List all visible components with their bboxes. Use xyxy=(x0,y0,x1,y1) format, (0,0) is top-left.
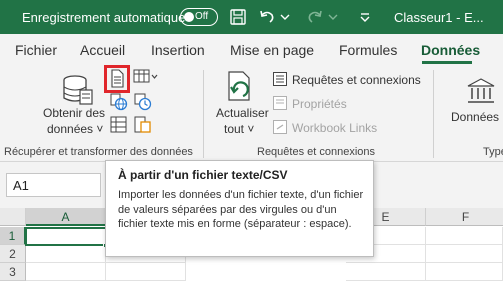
tab-fichier[interactable]: Fichier xyxy=(15,42,57,58)
tab-formules[interactable]: Formules xyxy=(339,42,397,58)
tooltip: À partir d'un fichier texte/CSV Importer… xyxy=(105,160,374,257)
tooltip-title: À partir d'un fichier texte/CSV xyxy=(118,168,288,182)
title-bar: Enregistrement automatique Off Classeur1… xyxy=(0,0,503,34)
column-header[interactable]: A xyxy=(26,208,106,226)
toggle-knob xyxy=(184,11,194,22)
tab-donnees[interactable]: Données xyxy=(421,42,480,58)
column-header[interactable]: F xyxy=(426,208,503,226)
redo-icon[interactable] xyxy=(306,8,324,26)
tab-insertion[interactable]: Insertion xyxy=(151,42,205,58)
cell[interactable] xyxy=(346,263,426,281)
ribbon-tabs: Fichier Accueil Insertion Mise en page F… xyxy=(0,34,503,64)
undo-dropdown-icon[interactable] xyxy=(276,8,294,26)
queries-connections-button[interactable]: Requêtes et connexions xyxy=(292,73,421,87)
group-separator-2 xyxy=(433,70,434,158)
group-separator xyxy=(203,70,204,158)
group-label-type: Type xyxy=(483,146,503,158)
group-label-get-transform: Récupérer et transformer des données xyxy=(4,146,193,158)
cell[interactable] xyxy=(26,245,106,263)
refresh-all-label-1[interactable]: Actualiser xyxy=(216,106,269,120)
customize-toolbar-icon[interactable] xyxy=(356,8,374,26)
cell[interactable] xyxy=(426,263,503,281)
from-table-icon[interactable] xyxy=(110,116,128,134)
refresh-all-label-2[interactable]: tout ˅ xyxy=(224,122,254,136)
get-data-label-2[interactable]: données ˅ xyxy=(47,122,103,136)
existing-connections-icon[interactable] xyxy=(134,116,152,134)
autosave-toggle[interactable]: Off xyxy=(180,8,218,26)
data-types-button[interactable]: Données b xyxy=(451,110,503,124)
name-box[interactable]: A1 xyxy=(6,173,101,197)
properties-icon xyxy=(273,96,287,110)
properties-button: Propriétés xyxy=(292,97,347,111)
row-header[interactable]: 1 xyxy=(0,227,26,245)
from-web-icon[interactable] xyxy=(110,93,128,111)
get-data-icon[interactable] xyxy=(60,72,94,108)
from-text-csv-icon[interactable] xyxy=(104,65,130,93)
group-label-queries: Requêtes et connexions xyxy=(257,146,376,158)
workbook-links-icon xyxy=(273,120,287,134)
row-header[interactable]: 2 xyxy=(0,245,26,263)
refresh-all-icon[interactable] xyxy=(223,70,257,106)
select-all-corner[interactable] xyxy=(0,208,26,226)
recent-sources-icon[interactable] xyxy=(134,93,152,111)
undo-icon[interactable] xyxy=(258,8,276,26)
cell[interactable] xyxy=(426,227,503,245)
get-data-label-1[interactable]: Obtenir des xyxy=(43,106,105,120)
tooltip-body: Importer les données d'un fichier texte,… xyxy=(118,189,364,230)
from-table-range-icon[interactable] xyxy=(133,68,159,86)
save-icon[interactable] xyxy=(229,8,247,26)
autosave-label: Enregistrement automatique xyxy=(22,10,186,25)
queries-connections-icon[interactable] xyxy=(272,71,288,87)
tab-mise-en-page[interactable]: Mise en page xyxy=(230,42,314,58)
row-header[interactable]: 3 xyxy=(0,263,26,281)
workbook-links-button: Workbook Links xyxy=(292,121,378,135)
redo-dropdown-icon[interactable] xyxy=(324,8,342,26)
active-cell[interactable] xyxy=(25,227,107,246)
cell[interactable] xyxy=(26,263,106,281)
document-title: Classeur1 - E... xyxy=(394,10,484,25)
cell[interactable] xyxy=(106,263,186,281)
tab-accueil[interactable]: Accueil xyxy=(80,42,125,58)
stocks-icon[interactable] xyxy=(466,76,496,106)
cell[interactable] xyxy=(426,245,503,263)
toggle-state-label: Off xyxy=(195,11,209,22)
ribbon: Obtenir des données ˅ Récupérer et trans… xyxy=(0,64,503,162)
